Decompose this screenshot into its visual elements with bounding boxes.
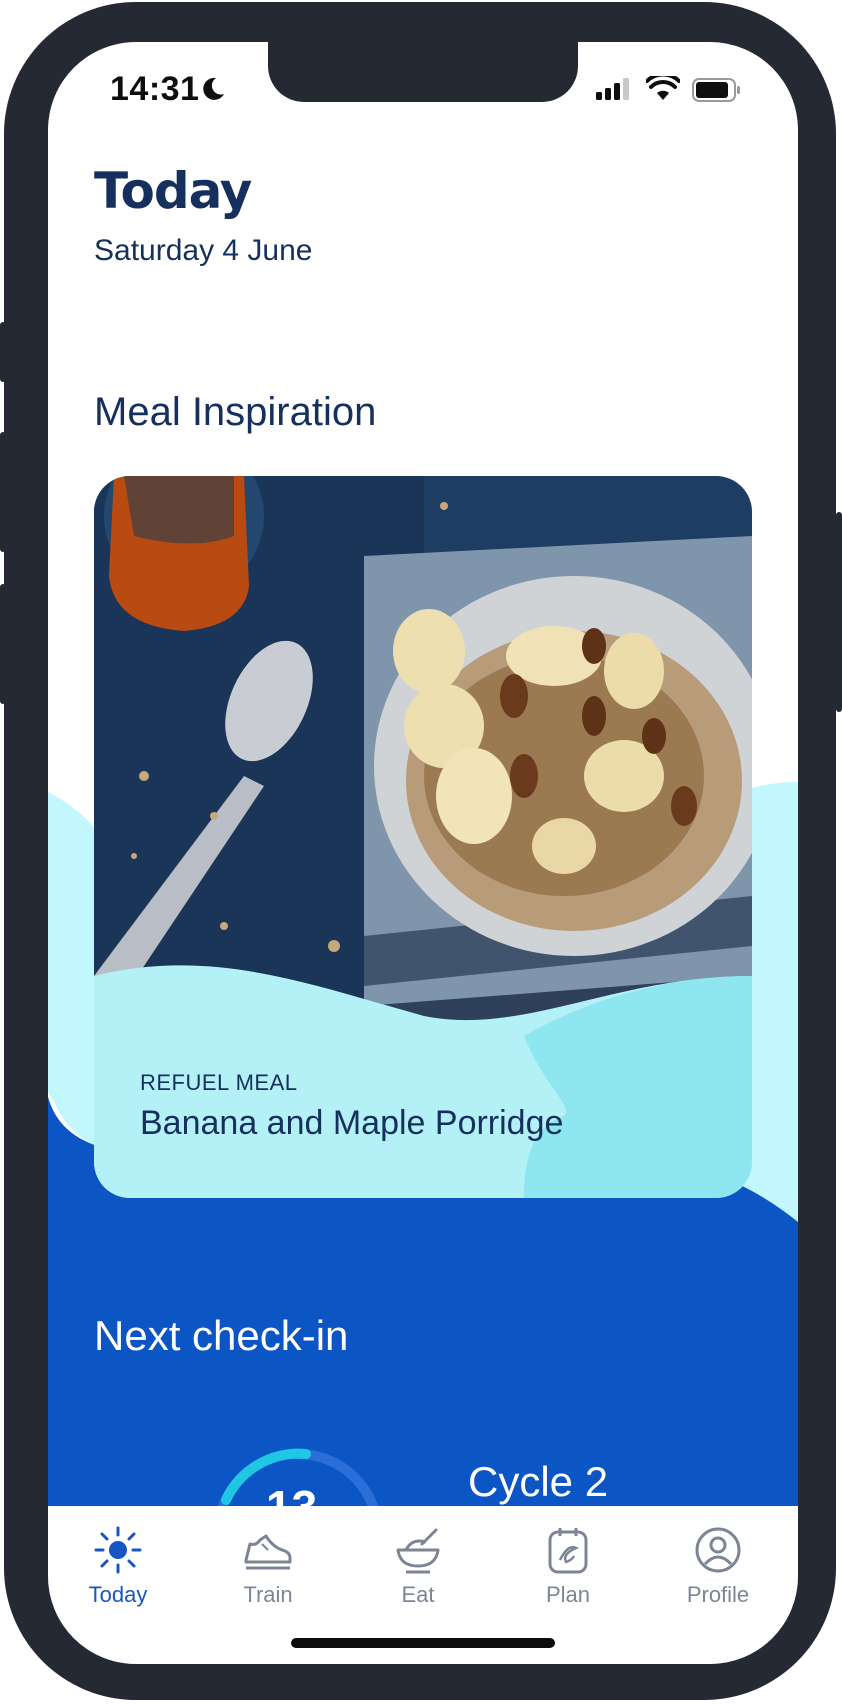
phone-frame: 14:31 Today Saturday 4 June Meal Inspira…: [4, 2, 836, 1700]
side-button-volume-down: [0, 584, 6, 704]
tab-train-label: Train: [243, 1582, 293, 1607]
next-checkin-heading: Next check-in: [94, 1312, 349, 1359]
tab-today[interactable]: Today: [58, 1524, 178, 1608]
moon-icon: [203, 77, 224, 100]
meal-category-label: REFUEL MEAL: [140, 1070, 298, 1095]
tab-plan-label: Plan: [545, 1582, 591, 1607]
profile-icon: [695, 1527, 741, 1573]
tab-plan[interactable]: Plan: [508, 1524, 628, 1608]
tab-today-label: Today: [88, 1582, 148, 1607]
meal-card[interactable]: REFUEL MEAL Banana and Maple Porridge: [94, 476, 752, 1198]
status-time: 14:31: [110, 70, 200, 108]
sun-icon: [94, 1526, 142, 1574]
sneaker-icon: [244, 1534, 292, 1570]
tab-profile[interactable]: Profile: [658, 1524, 778, 1608]
wifi-icon: [646, 76, 680, 100]
status-bar: 14:31: [48, 70, 798, 110]
meal-inspiration-heading: Meal Inspiration: [94, 390, 377, 434]
battery-icon: [692, 78, 740, 102]
tab-eat[interactable]: Eat: [358, 1524, 478, 1608]
tab-train[interactable]: Train: [208, 1524, 328, 1608]
page-title: Today: [94, 162, 252, 220]
app-screen: 14:31 Today Saturday 4 June Meal Inspira…: [48, 42, 798, 1664]
tab-profile-label: Profile: [686, 1582, 750, 1607]
home-indicator[interactable]: [291, 1638, 555, 1648]
side-button-power: [836, 512, 842, 712]
signal-icon: [596, 78, 629, 100]
bowl-icon: [396, 1528, 440, 1574]
page-date: Saturday 4 June: [94, 234, 313, 267]
tab-eat-label: Eat: [401, 1582, 435, 1607]
side-button-mute: [0, 322, 6, 382]
meal-name: Banana and Maple Porridge: [140, 1104, 564, 1142]
notepad-icon: [548, 1528, 588, 1574]
cycle-label: Cycle 2: [468, 1458, 609, 1505]
side-button-volume-up: [0, 432, 6, 552]
